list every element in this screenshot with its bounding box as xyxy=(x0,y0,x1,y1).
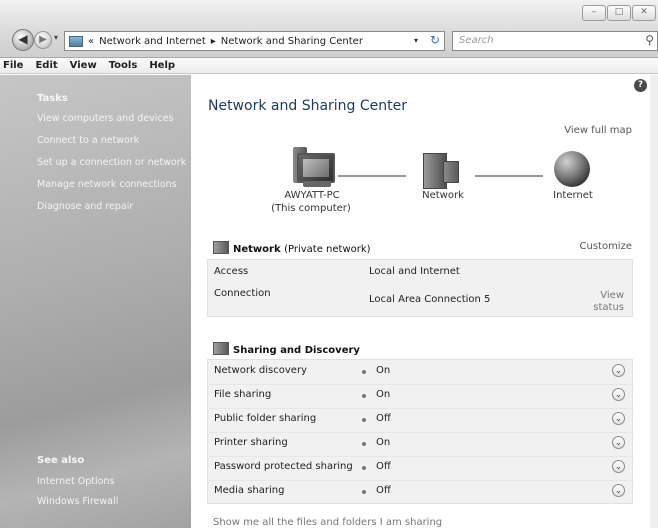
task-pane: Tasks View computers and devices Connect… xyxy=(0,75,191,528)
sharing-label: Printer sharing xyxy=(214,437,288,448)
breadcrumb-network-and-internet[interactable]: Network and Internet xyxy=(99,36,206,47)
view-status-line1: View xyxy=(600,290,624,301)
recent-pages-dropdown[interactable]: ▾ xyxy=(54,33,58,42)
connection-value: Local Area Connection 5 xyxy=(369,294,491,305)
connection-label: Connection xyxy=(214,288,271,299)
status-indicator-icon xyxy=(362,370,366,374)
page-title: Network and Sharing Center xyxy=(208,98,408,114)
search-icon[interactable]: ⚲ xyxy=(645,33,654,47)
address-bar[interactable]: « Network and Internet ▸ Network and Sha… xyxy=(64,31,445,51)
tasks-heading: Tasks xyxy=(37,93,68,104)
computer-base-icon xyxy=(303,181,331,187)
network-details-panel: Access Local and Internet Connection Loc… xyxy=(207,259,633,317)
sharing-row-password-protected: Password protected sharing Off ⌄ xyxy=(208,456,634,481)
menu-file[interactable]: File xyxy=(3,58,23,73)
sharing-label: Network discovery xyxy=(214,365,307,376)
status-indicator-icon xyxy=(362,490,366,494)
expand-chevron-icon[interactable]: ⌄ xyxy=(612,436,625,449)
sharing-status: Off xyxy=(376,485,391,496)
expand-chevron-icon[interactable]: ⌄ xyxy=(612,388,625,401)
sharing-status: Off xyxy=(376,413,391,424)
task-view-computers[interactable]: View computers and devices xyxy=(37,113,173,124)
network-type: (Private network) xyxy=(284,244,371,255)
view-full-map-link[interactable]: View full map xyxy=(564,125,632,136)
address-dropdown-icon[interactable]: ▾ xyxy=(414,36,418,45)
sharing-label: File sharing xyxy=(214,389,272,400)
customize-link[interactable]: Customize xyxy=(580,241,633,252)
breadcrumb-network-and-sharing-center[interactable]: Network and Sharing Center xyxy=(221,36,363,47)
sharing-status: Off xyxy=(376,461,391,472)
link-internet-options[interactable]: Internet Options xyxy=(37,476,114,487)
link-windows-firewall[interactable]: Windows Firewall xyxy=(37,496,118,507)
close-button[interactable]: ✕ xyxy=(632,5,656,21)
internet-globe-icon[interactable] xyxy=(554,151,590,187)
sharing-row-printer: Printer sharing On ⌄ xyxy=(208,432,634,457)
sharing-row-public-folder: Public folder sharing Off ⌄ xyxy=(208,408,634,433)
task-manage-connections[interactable]: Manage network connections xyxy=(37,179,177,190)
sharing-label: Public folder sharing xyxy=(214,413,317,424)
sharing-status: On xyxy=(376,437,391,448)
internet-label: Internet xyxy=(553,190,593,201)
network-name: Network xyxy=(233,244,281,255)
sharing-row-media: Media sharing Off ⌄ xyxy=(208,480,634,504)
sharing-title-text: Sharing and Discovery xyxy=(233,345,360,356)
forward-button[interactable]: ▶ xyxy=(34,31,52,49)
status-indicator-icon xyxy=(362,466,366,470)
network-section-title: Network (Private network) xyxy=(213,241,371,255)
maximize-button[interactable]: □ xyxy=(607,5,631,21)
search-input[interactable]: Search ⚲ xyxy=(452,31,658,51)
expand-chevron-icon[interactable]: ⌄ xyxy=(612,484,625,497)
vertical-scrollbar[interactable] xyxy=(650,75,658,528)
network-device-icon xyxy=(443,161,459,183)
task-diagnose-repair[interactable]: Diagnose and repair xyxy=(37,201,133,212)
sharing-status: On xyxy=(376,389,391,400)
menu-bar: File Edit View Tools Help xyxy=(0,58,658,74)
sharing-status: On xyxy=(376,365,391,376)
status-indicator-icon xyxy=(362,418,366,422)
minimize-button[interactable]: – xyxy=(582,5,606,21)
menu-view[interactable]: View xyxy=(70,58,97,73)
sharing-row-file-sharing: File sharing On ⌄ xyxy=(208,384,634,409)
breadcrumb-separator[interactable]: ▸ xyxy=(211,36,216,47)
network-section-icon xyxy=(213,241,229,254)
computer-name: AWYATT-PC xyxy=(284,190,340,201)
help-icon[interactable]: ? xyxy=(634,79,647,92)
view-status-link[interactable]: View status xyxy=(593,290,624,314)
task-setup-connection[interactable]: Set up a connection or network xyxy=(37,157,186,168)
expand-chevron-icon[interactable]: ⌄ xyxy=(612,364,625,377)
title-bar: – □ ✕ ◀ ▶ ▾ « Network and Internet ▸ Net… xyxy=(0,0,658,58)
sharing-row-network-discovery: Network discovery On ⌄ xyxy=(208,360,634,385)
network-folder-icon xyxy=(69,35,83,47)
sharing-section-title: Sharing and Discovery xyxy=(213,342,360,356)
access-label: Access xyxy=(214,266,249,277)
expand-chevron-icon[interactable]: ⌄ xyxy=(612,460,625,473)
task-connect-network[interactable]: Connect to a network xyxy=(37,135,139,146)
sharing-label: Password protected sharing xyxy=(214,461,353,472)
access-value: Local and Internet xyxy=(369,266,460,277)
menu-edit[interactable]: Edit xyxy=(35,58,57,73)
address-overflow-chevron[interactable]: « xyxy=(88,36,94,47)
window-controls: – □ ✕ xyxy=(582,5,656,21)
network-label: Network xyxy=(422,190,464,201)
show-shared-files-link[interactable]: Show me all the files and folders I am s… xyxy=(213,517,442,528)
status-indicator-icon xyxy=(362,394,366,398)
menu-help[interactable]: Help xyxy=(149,58,175,73)
computer-subtitle: (This computer) xyxy=(271,203,351,214)
see-also-heading: See also xyxy=(37,455,85,466)
refresh-icon[interactable]: ↻ xyxy=(430,33,440,47)
sharing-label: Media sharing xyxy=(214,485,285,496)
expand-chevron-icon[interactable]: ⌄ xyxy=(612,412,625,425)
sharing-section-icon xyxy=(213,342,229,355)
sharing-panel: Network discovery On ⌄ File sharing On ⌄… xyxy=(207,359,634,504)
computer-icon[interactable] xyxy=(297,153,335,183)
status-indicator-icon xyxy=(362,442,366,446)
connection-line-network-internet xyxy=(475,175,543,177)
menu-tools[interactable]: Tools xyxy=(109,58,138,73)
main-content: ? Network and Sharing Center View full m… xyxy=(191,75,650,528)
view-status-line2: status xyxy=(593,302,624,313)
search-placeholder: Search xyxy=(459,35,494,46)
back-button[interactable]: ◀ xyxy=(12,29,34,51)
connection-line-pc-network xyxy=(338,175,406,177)
